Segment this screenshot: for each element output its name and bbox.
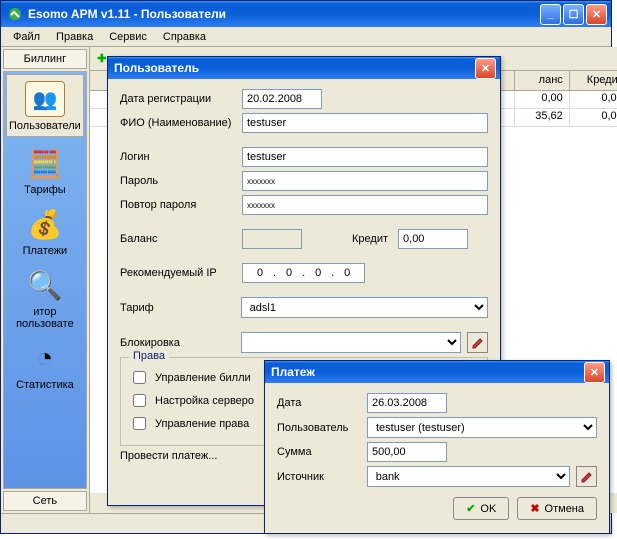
user-dialog-title: Пользователь: [114, 61, 199, 75]
sidebar-item-label: итор пользовате: [6, 306, 84, 330]
label-block: Блокировка: [120, 337, 241, 349]
sidebar-item-label: Пользователи: [9, 120, 81, 132]
label-fio: ФИО (Наименование): [120, 117, 242, 129]
check-icon: ✔: [466, 502, 475, 515]
payment-dialog-close-button[interactable]: ✕: [584, 362, 605, 383]
app-icon: [7, 6, 23, 22]
label-pay-sum: Сумма: [277, 446, 367, 458]
block-select[interactable]: [241, 332, 461, 353]
fio-input[interactable]: [242, 113, 488, 133]
sidebar-item-monitor[interactable]: 🔍 итор пользовате: [4, 261, 86, 334]
cell-credit: 0,00: [570, 91, 617, 109]
balance-input: [242, 229, 302, 249]
menu-edit[interactable]: Правка: [48, 29, 101, 45]
money-icon: 💰: [25, 206, 65, 242]
payment-dialog-title: Платеж: [271, 365, 315, 379]
cross-icon: ✖: [530, 502, 539, 515]
sidebar-item-label: Статистика: [6, 379, 84, 391]
cell-balance: 0,00: [515, 91, 570, 109]
main-menubar: Файл Правка Сервис Справка: [1, 27, 611, 47]
close-button[interactable]: ✕: [586, 4, 607, 25]
block-edit-button[interactable]: [467, 332, 488, 353]
pie-chart-icon: ◔: [25, 340, 65, 376]
source-edit-button[interactable]: [576, 466, 597, 487]
pencil-icon: [581, 471, 593, 483]
maximize-button[interactable]: ☐: [563, 4, 584, 25]
menu-file[interactable]: Файл: [5, 29, 48, 45]
cb-rights-label: Управление права: [155, 418, 249, 430]
cancel-button[interactable]: ✖ Отмена: [517, 497, 597, 520]
ip-octet-4[interactable]: [334, 265, 360, 281]
pay-sum-input[interactable]: [367, 442, 447, 462]
pay-user-select[interactable]: testuser (testuser): [367, 417, 597, 438]
password-input[interactable]: [242, 171, 488, 191]
col-balance[interactable]: ланс: [515, 71, 570, 90]
pay-source-select[interactable]: bank: [367, 466, 570, 487]
menu-service[interactable]: Сервис: [101, 29, 155, 45]
sidebar-list: 👥 Пользователи 🧮 Тарифы 💰 Платежи 🔍 итор…: [3, 71, 87, 489]
sidebar-item-stats[interactable]: ◔ Статистика: [4, 334, 86, 395]
password2-input[interactable]: [242, 195, 488, 215]
sidebar-item-users[interactable]: 👥 Пользователи: [6, 74, 84, 137]
cb-billing[interactable]: [133, 371, 146, 384]
ok-button-label: OK: [480, 503, 496, 515]
main-titlebar: Esomo APM v1.11 - Пользователи _ ☐ ✕: [1, 1, 611, 27]
payment-dialog-titlebar: Платеж ✕: [265, 361, 609, 383]
cb-rights[interactable]: [133, 417, 146, 430]
tariff-select[interactable]: adsl1: [241, 297, 488, 318]
label-pay-source: Источник: [277, 471, 367, 483]
label-pay-date: Дата: [277, 397, 367, 409]
cancel-button-label: Отмена: [545, 503, 584, 515]
label-balance: Баланс: [120, 233, 242, 245]
ip-octet-2[interactable]: [276, 265, 302, 281]
col-credit[interactable]: Кредит: [570, 71, 617, 90]
sidebar-item-label: Тарифы: [6, 184, 84, 196]
sidebar-item-tariffs[interactable]: 🧮 Тарифы: [4, 139, 86, 200]
label-pay-user: Пользователь: [277, 422, 367, 434]
regdate-input[interactable]: [242, 89, 322, 109]
label-password: Пароль: [120, 175, 242, 187]
cell-balance: 35,62: [515, 109, 570, 127]
side-tab-billing[interactable]: Биллинг: [3, 49, 87, 69]
user-dialog-close-button[interactable]: ✕: [475, 58, 496, 79]
make-payment-link[interactable]: Провести платеж...: [120, 450, 217, 462]
rights-legend: Права: [129, 350, 169, 362]
minimize-button[interactable]: _: [540, 4, 561, 25]
ip-octet-3[interactable]: [305, 265, 331, 281]
side-tab-network[interactable]: Сеть: [3, 491, 87, 511]
pencil-icon: [472, 337, 484, 349]
label-regdate: Дата регистрации: [120, 93, 242, 105]
credit-input[interactable]: [398, 229, 468, 249]
sidebar-item-payments[interactable]: 💰 Платежи: [4, 200, 86, 261]
sidebar-item-label: Платежи: [6, 245, 84, 257]
main-title: Esomo APM v1.11 - Пользователи: [28, 7, 226, 21]
calculator-icon: 🧮: [25, 145, 65, 181]
sidebar: Биллинг 👥 Пользователи 🧮 Тарифы 💰 Платеж…: [1, 47, 90, 513]
label-tariff: Тариф: [120, 302, 241, 314]
cb-servers[interactable]: [133, 394, 146, 407]
cb-servers-label: Настройка серверо: [155, 395, 254, 407]
pay-date-input[interactable]: [367, 393, 447, 413]
ip-octet-1[interactable]: [247, 265, 273, 281]
user-dialog-titlebar: Пользователь ✕: [108, 57, 500, 79]
label-password2: Повтор пароля: [120, 199, 242, 211]
menu-help[interactable]: Справка: [155, 29, 214, 45]
label-credit: Кредит: [352, 233, 388, 245]
users-icon: 👥: [25, 81, 65, 117]
ok-button[interactable]: ✔ OK: [453, 497, 509, 520]
globe-search-icon: 🔍: [25, 267, 65, 303]
login-input[interactable]: [242, 147, 488, 167]
payment-dialog: Платеж ✕ Дата Пользователь testuser (tes…: [264, 360, 610, 534]
label-ip: Рекомендуемый IP: [120, 267, 242, 279]
ip-field[interactable]: . . .: [242, 263, 365, 283]
cell-credit: 0,00: [570, 109, 617, 127]
label-login: Логин: [120, 151, 242, 163]
cb-billing-label: Управление билли: [155, 372, 251, 384]
